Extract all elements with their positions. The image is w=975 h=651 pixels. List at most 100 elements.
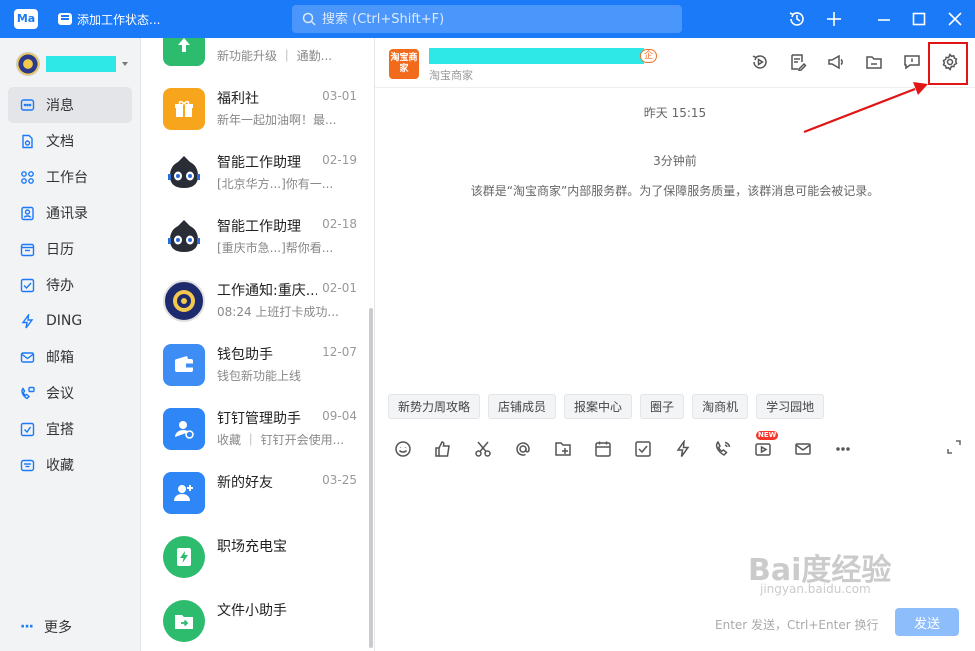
nav-item-docs[interactable]: 文档 bbox=[8, 123, 132, 159]
emoji-button[interactable] bbox=[392, 438, 414, 460]
emoji-icon bbox=[395, 441, 411, 457]
ding-icon bbox=[21, 313, 34, 328]
conversation-item[interactable]: 文件小助手 bbox=[141, 590, 367, 651]
message-icon bbox=[20, 98, 35, 111]
conversation-preview: [重庆市急...]帮你看... bbox=[217, 241, 334, 255]
nav-item-contacts[interactable]: 通讯录 bbox=[8, 195, 132, 231]
nav-item-workbench[interactable]: 工作台 bbox=[8, 159, 132, 195]
conversation-date: 12-07 bbox=[322, 345, 357, 359]
quick-action-button[interactable]: 圈子 bbox=[640, 394, 685, 419]
search-box[interactable] bbox=[292, 5, 682, 33]
quick-action-button[interactable]: 报案中心 bbox=[564, 394, 633, 419]
add-button[interactable] bbox=[822, 7, 846, 31]
conversation-item[interactable]: 工作通知:重庆... 02-01 08:24 上班打卡成功... bbox=[141, 270, 367, 334]
schedule-button[interactable] bbox=[592, 438, 614, 460]
conversation-scrollbar[interactable] bbox=[369, 308, 373, 648]
conversation-item[interactable]: 智能工作助理 02-18 [重庆市急...]帮你看... bbox=[141, 206, 367, 270]
nav-label: 通讯录 bbox=[46, 206, 88, 222]
conversation-list[interactable]: 新功能升级 ｜ 通勤... 福利社 03-01 新年一起加油啊！最... 智能工… bbox=[141, 38, 375, 651]
conversation-item[interactable]: 智能工作助理 02-19 [北京华方...]你有一... bbox=[141, 142, 367, 206]
maximize-button[interactable] bbox=[907, 7, 931, 31]
send-button[interactable]: 发送 bbox=[895, 608, 959, 636]
mail-icon bbox=[20, 351, 35, 363]
favorites-icon bbox=[20, 459, 35, 471]
work-status-button[interactable]: 添加工作状态... bbox=[58, 9, 160, 29]
notes-button[interactable] bbox=[787, 51, 809, 73]
quick-action-button[interactable]: 店铺成员 bbox=[488, 394, 557, 419]
workbench-icon bbox=[21, 170, 34, 184]
left-nav: 消息 文档 工作台 通讯录 日历 待办 DING 邮箱 会议 宜搭 收藏 ···… bbox=[0, 38, 141, 651]
call-button[interactable] bbox=[712, 438, 734, 460]
more-tools-button[interactable] bbox=[832, 438, 854, 460]
nav-list: 消息 文档 工作台 通讯录 日历 待办 DING 邮箱 会议 宜搭 收藏 bbox=[8, 87, 132, 483]
conversation-preview: 新功能升级 ｜ 通勤... bbox=[217, 49, 333, 63]
nav-label: 收藏 bbox=[46, 458, 74, 474]
files-button[interactable] bbox=[863, 51, 885, 73]
minimize-button[interactable] bbox=[872, 7, 896, 31]
conversation-item[interactable]: 新功能升级 ｜ 通勤... bbox=[141, 38, 367, 78]
ding-button[interactable] bbox=[672, 438, 694, 460]
live-video-icon bbox=[755, 443, 771, 456]
nav-item-meeting[interactable]: 会议 bbox=[8, 375, 132, 411]
chat-history-button[interactable] bbox=[749, 51, 771, 73]
meeting-icon bbox=[21, 386, 35, 399]
chevron-down-icon[interactable] bbox=[122, 62, 128, 66]
board-button[interactable] bbox=[901, 51, 923, 73]
new-badge: NEW bbox=[756, 431, 779, 440]
announcement-button[interactable] bbox=[825, 51, 847, 73]
mail-button[interactable] bbox=[792, 438, 814, 460]
conversation-item[interactable]: 钉钉管理助手 09-04 收藏 ｜ 钉钉开会使用... bbox=[141, 398, 367, 462]
conversation-item[interactable]: 职场充电宝 bbox=[141, 526, 367, 590]
nav-item-todo[interactable]: 待办 bbox=[8, 267, 132, 303]
group-avatar[interactable]: 淘宝商家 bbox=[389, 49, 419, 79]
quick-action-button[interactable]: 学习园地 bbox=[756, 394, 825, 419]
at-icon bbox=[516, 442, 530, 456]
task-button[interactable] bbox=[632, 438, 654, 460]
status-chat-icon bbox=[58, 13, 72, 25]
lightning-icon bbox=[676, 440, 690, 457]
history-button[interactable] bbox=[785, 7, 809, 31]
live-button[interactable]: NEW bbox=[752, 431, 779, 460]
admin-icon bbox=[163, 408, 205, 450]
megaphone-icon bbox=[828, 54, 843, 70]
conversation-preview: 08:24 上班打卡成功... bbox=[217, 305, 339, 319]
nav-label: 工作台 bbox=[46, 170, 88, 186]
conversation-item[interactable]: 钱包助手 12-07 钱包新功能上线 bbox=[141, 334, 367, 398]
nav-label: 日历 bbox=[46, 242, 74, 258]
conversation-item[interactable]: 福利社 03-01 新年一起加油啊！最... bbox=[141, 78, 367, 142]
screenshot-button[interactable] bbox=[472, 438, 494, 460]
composer-toolbar: NEW bbox=[392, 431, 854, 460]
nav-item-favorites[interactable]: 收藏 bbox=[8, 447, 132, 483]
quick-action-button[interactable]: 新势力周攻略 bbox=[388, 394, 481, 419]
conversation-title: 福利社 bbox=[217, 91, 259, 107]
board-icon bbox=[904, 55, 920, 70]
file-helper-icon bbox=[163, 600, 205, 642]
profile-menu[interactable] bbox=[16, 52, 128, 76]
conversation-title: 钱包助手 bbox=[217, 347, 273, 363]
nav-more-button[interactable]: ··· 更多 bbox=[20, 617, 72, 637]
conversation-date: 03-25 bbox=[322, 473, 357, 487]
nav-item-calendar[interactable]: 日历 bbox=[8, 231, 132, 267]
highlight-box bbox=[928, 42, 968, 85]
nav-label: 会议 bbox=[46, 386, 74, 402]
calendar-icon bbox=[20, 243, 35, 256]
search-input[interactable] bbox=[322, 11, 662, 27]
nav-item-mail[interactable]: 邮箱 bbox=[8, 339, 132, 375]
conversation-title: 职场充电宝 bbox=[217, 539, 287, 555]
close-button[interactable] bbox=[943, 7, 967, 31]
folder-add-icon bbox=[555, 442, 571, 456]
nav-item-ding[interactable]: DING bbox=[8, 303, 132, 339]
nav-item-yida[interactable]: 宜搭 bbox=[8, 411, 132, 447]
conversation-item[interactable]: 新的好友 03-25 bbox=[141, 462, 367, 526]
quick-action-button[interactable]: 淘商机 bbox=[692, 394, 749, 419]
mention-button[interactable] bbox=[512, 438, 534, 460]
like-button[interactable] bbox=[432, 438, 454, 460]
nav-item-messages[interactable]: 消息 bbox=[8, 87, 132, 123]
expand-composer-button[interactable] bbox=[947, 440, 961, 458]
robot-icon bbox=[163, 152, 205, 194]
file-button[interactable] bbox=[552, 438, 574, 460]
user-avatar[interactable] bbox=[16, 52, 40, 76]
nav-more-label: 更多 bbox=[43, 620, 72, 636]
app-logo[interactable]: Ma bbox=[14, 9, 38, 29]
nav-label: 待办 bbox=[46, 278, 74, 294]
